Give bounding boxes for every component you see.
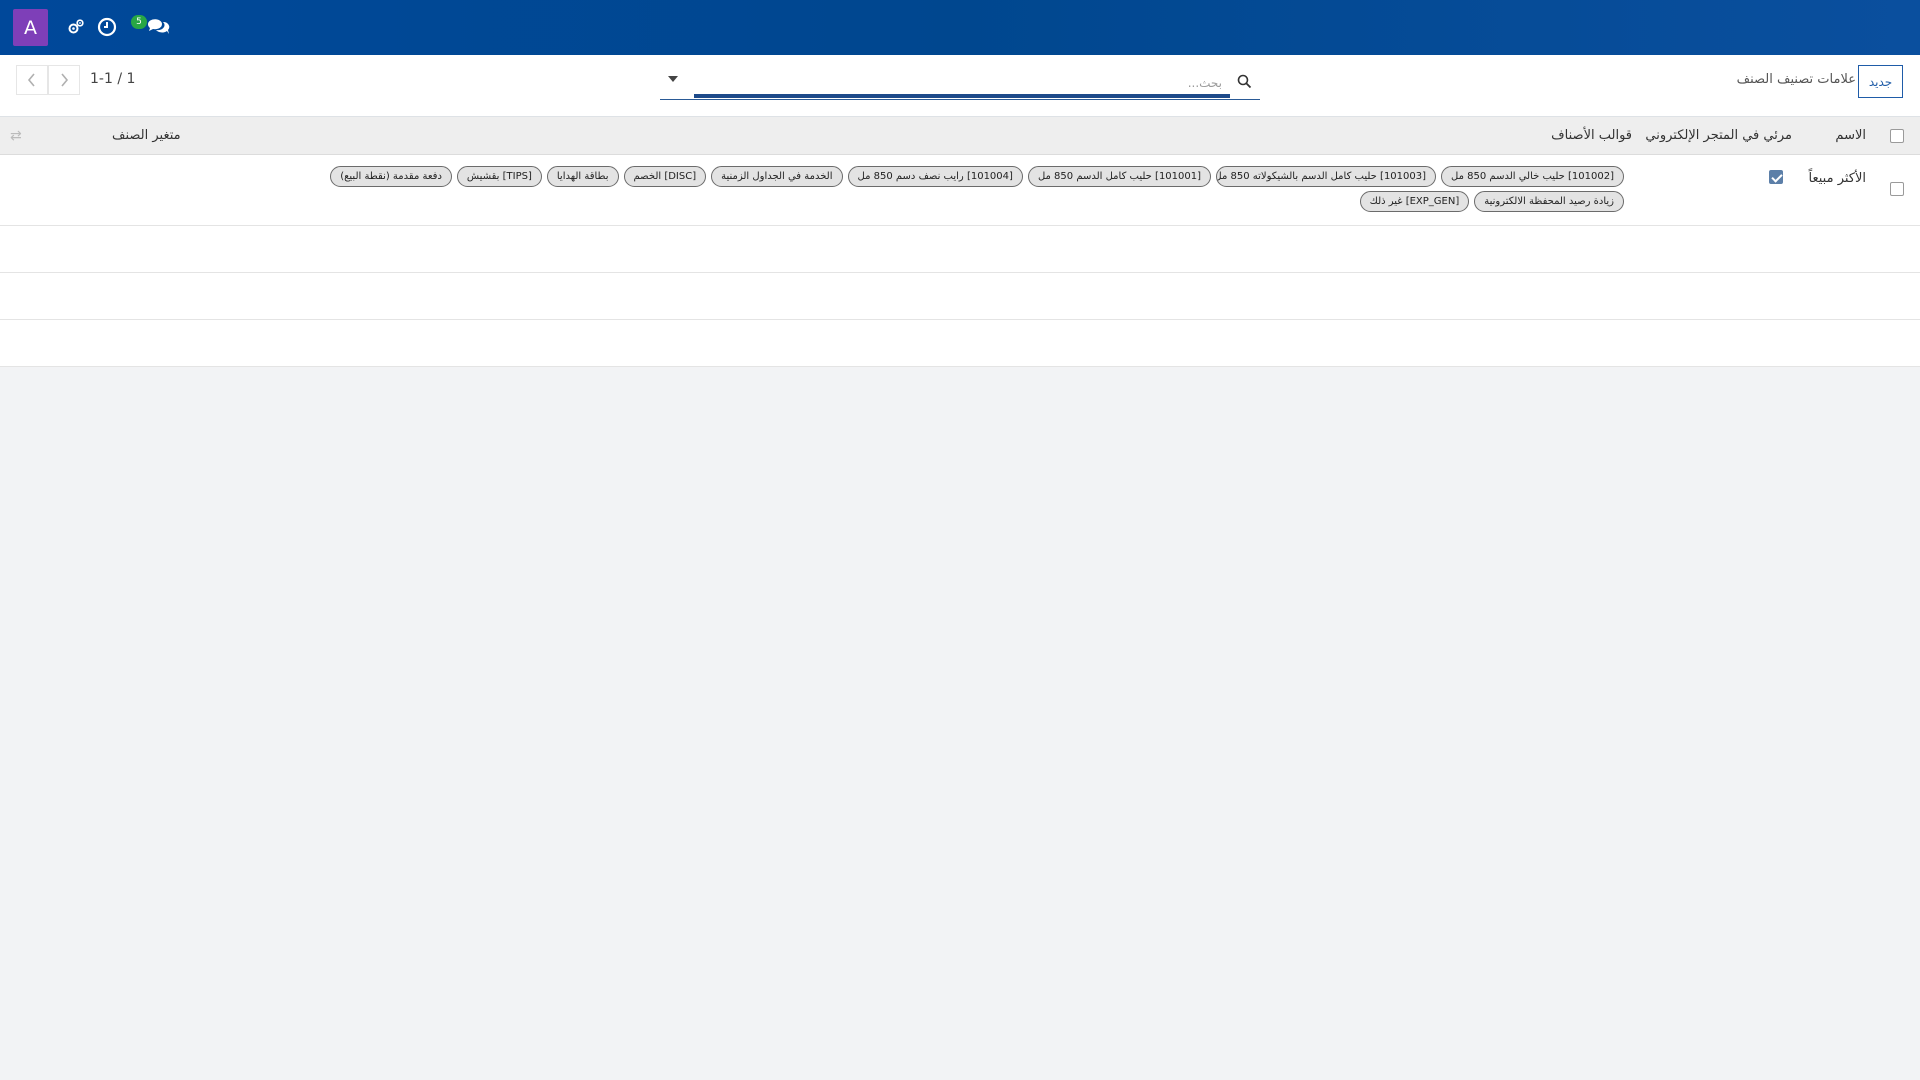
tag-chip[interactable]: [101001] حليب كامل الدسم 850 مل [1027, 166, 1212, 187]
empty-row [0, 273, 1920, 320]
website-visible-checkbox[interactable] [1769, 170, 1783, 184]
clock-icon[interactable] [96, 16, 118, 38]
column-header-product-templates[interactable]: قوالب الأصناف [1551, 128, 1632, 143]
tag-chip[interactable]: [101003] حليب كامل الدسم بالشيكولاته 850… [1216, 166, 1437, 187]
control-panel: 1-1 / 1 جديد علامات تصنيف الصنف [0, 55, 1920, 117]
row-select-checkbox[interactable] [1890, 182, 1904, 196]
list-view: الاسم مرئي في المتجر الإلكتروني قوالب ال… [0, 117, 1920, 367]
pager-value[interactable]: 1-1 / 1 [90, 71, 135, 87]
empty-row [0, 226, 1920, 273]
column-header-name[interactable]: الاسم [1835, 128, 1866, 143]
tag-chip[interactable]: دفعة مقدمة (نقطة البيع) [330, 166, 452, 187]
optional-columns-toggle-icon[interactable]: ⇄ [10, 128, 22, 144]
chevron-left-icon [27, 73, 35, 87]
tag-chip[interactable]: [DISC] الخصم [623, 166, 707, 187]
gears-icon[interactable] [65, 16, 87, 38]
search-icon [1237, 74, 1252, 93]
search-options-toggle[interactable] [668, 76, 678, 82]
table-row[interactable]: الأكثر مبيعاً [101002] حليب خالي الدسم 8… [0, 155, 1920, 226]
breadcrumb: علامات تصنيف الصنف [1736, 72, 1856, 87]
chevron-right-icon [61, 73, 69, 87]
product-templates-tags: [101002] حليب خالي الدسم 850 مل [101003]… [294, 166, 1624, 212]
search-bar [660, 68, 1260, 100]
messages-count-badge: 5 [131, 15, 147, 29]
tag-chip[interactable]: الخدمة في الجداول الزمنية [711, 166, 843, 187]
cell-name: الأكثر مبيعاً [1808, 171, 1866, 186]
pager-previous-button[interactable] [16, 65, 48, 95]
chat-icon[interactable] [145, 16, 171, 38]
pager-next-button[interactable] [48, 65, 80, 95]
tag-chip[interactable]: [101002] حليب خالي الدسم 850 مل [1441, 166, 1624, 187]
tag-chip[interactable]: بطاقة الهدايا [546, 166, 619, 187]
new-button[interactable]: جديد [1858, 65, 1903, 98]
list-header: الاسم مرئي في المتجر الإلكتروني قوالب ال… [0, 117, 1920, 155]
tag-chip[interactable]: [101004] رايب نصف دسم 850 مل [847, 166, 1023, 187]
user-avatar[interactable]: A [13, 9, 48, 46]
top-navbar: A 5 [0, 0, 1920, 55]
tag-chip[interactable]: [TIPS] بقشيش [456, 166, 542, 187]
select-all-checkbox[interactable] [1890, 129, 1904, 143]
column-header-product-variant[interactable]: متغير الصنف [112, 128, 181, 143]
column-header-website-visible[interactable]: مرئي في المتجر الإلكتروني [1645, 128, 1792, 143]
tag-chip[interactable]: [EXP_GEN] غير ذلك [1359, 191, 1470, 212]
search-focus-bar [694, 94, 1230, 98]
tag-chip[interactable]: زيادة رصيد المحفظة الالكترونية [1474, 191, 1624, 212]
empty-row [0, 320, 1920, 367]
